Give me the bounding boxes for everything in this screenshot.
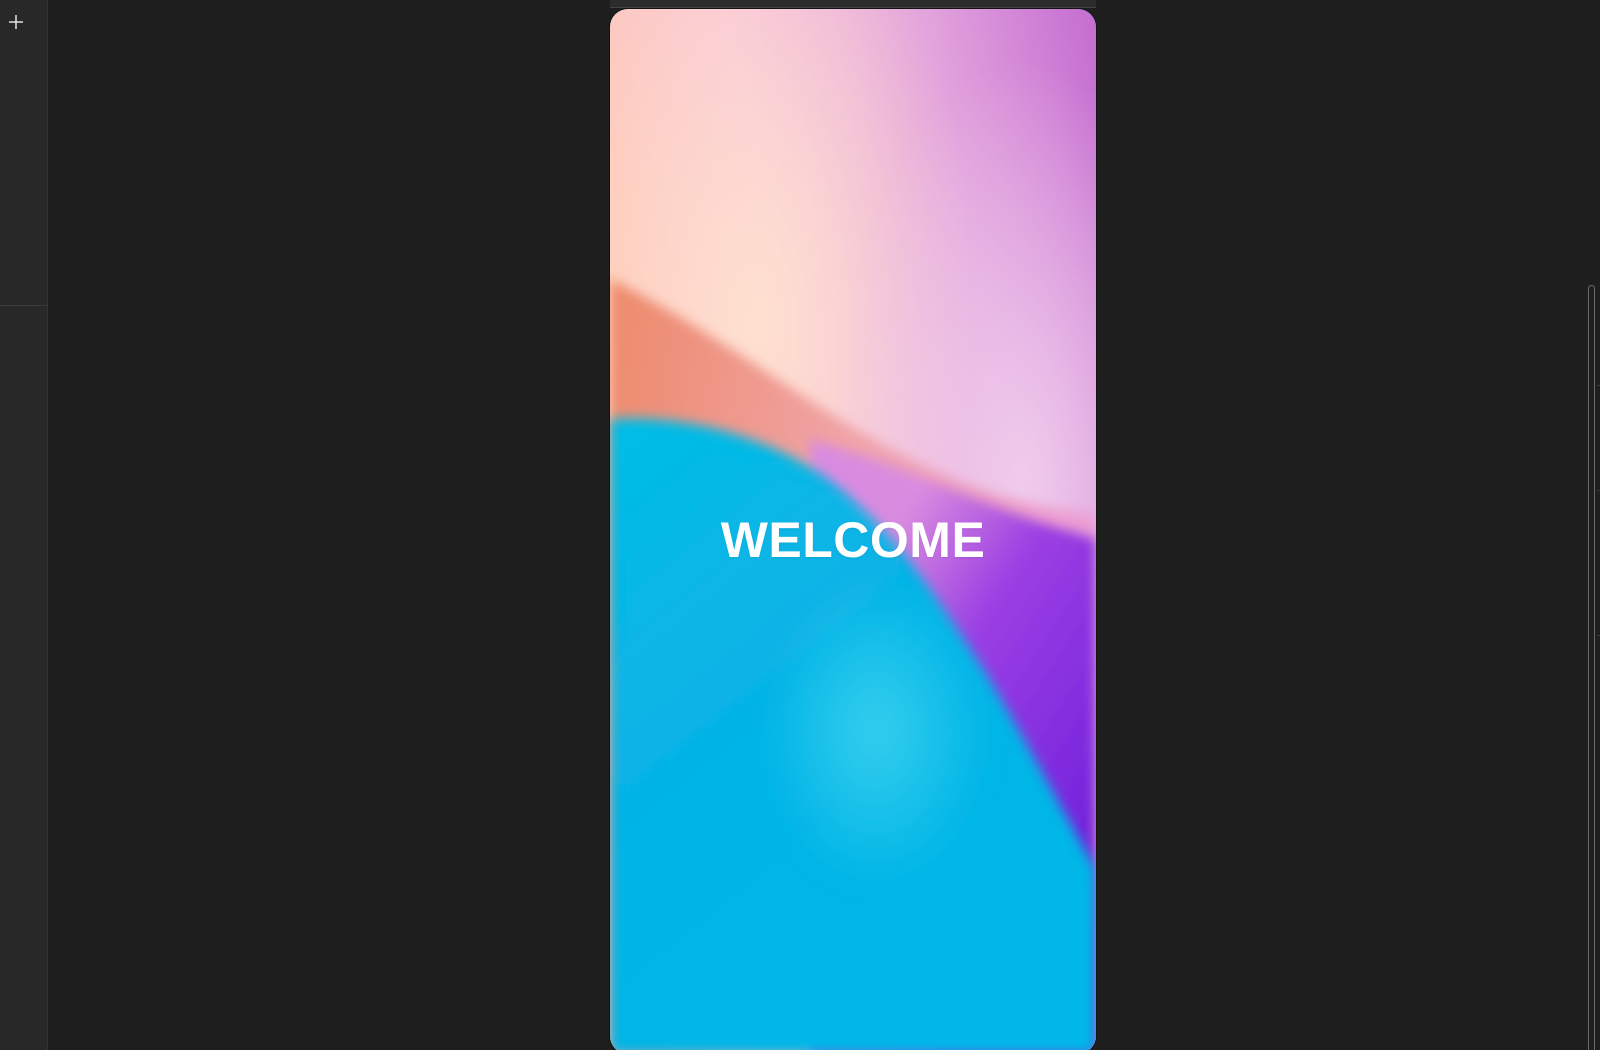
plus-icon <box>9 15 23 29</box>
welcome-screen-frame[interactable]: WELCOME <box>610 9 1096 1050</box>
scrollbar-thumb[interactable] <box>1588 285 1595 1050</box>
welcome-title: WELCOME <box>720 512 986 568</box>
design-canvas[interactable]: WELCOME <box>48 0 1600 1050</box>
editor-window: WELCOME <box>0 0 1600 1050</box>
add-button[interactable] <box>4 10 28 34</box>
frame-header-bar[interactable] <box>610 0 1096 8</box>
rail-divider <box>0 305 48 306</box>
left-tool-rail <box>0 0 48 1050</box>
